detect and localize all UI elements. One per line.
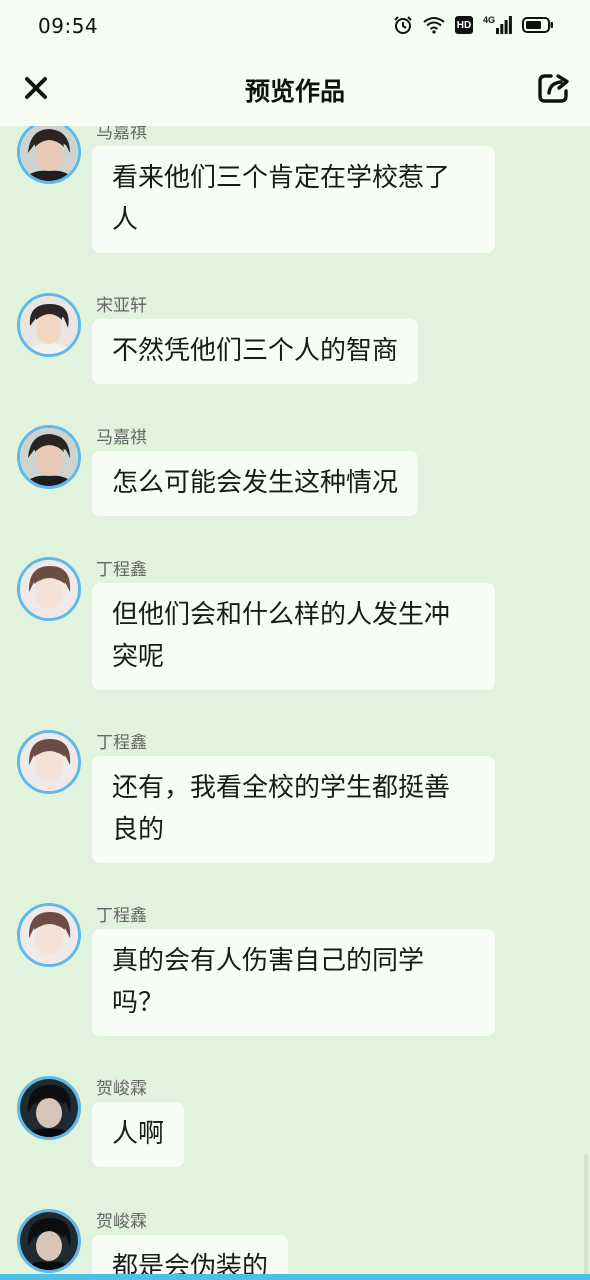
sender-name: 马嘉祺 [96,428,147,448]
sender-name: 宋亚轩 [96,296,147,316]
sender-name: 丁程鑫 [96,733,147,753]
message-bubble[interactable]: 怎么可能会发生这种情况 [92,451,419,516]
sender-name: 丁程鑫 [96,560,147,580]
avatar-song[interactable] [17,293,81,357]
avatar-ding[interactable] [17,903,81,967]
sender-name: 马嘉祺 [96,126,147,143]
avatar-ding[interactable] [17,557,81,621]
wifi-icon [423,16,445,34]
status-icons: HD 4G [393,15,554,35]
message-bubble[interactable]: 真的会有人伤害自己的同学吗？ [92,929,495,1036]
avatar-ma[interactable] [17,425,81,489]
share-icon [538,74,569,103]
chat-message: 马嘉祺 看来他们三个肯定在学校惹了人 [0,126,590,253]
message-bubble[interactable]: 看来他们三个肯定在学校惹了人 [92,146,495,253]
network-type-label: 4G [482,15,495,25]
alarm-icon [393,15,413,35]
status-time: 09:54 [38,14,99,38]
message-bubble[interactable]: 人啊 [92,1102,185,1167]
sender-name: 贺峻霖 [96,1079,147,1099]
top-navigation-bar: 预览作品 [0,52,590,126]
avatar-he[interactable] [17,1209,81,1273]
hd-icon: HD [454,16,473,34]
chat-message-list[interactable]: 马嘉祺 看来他们三个肯定在学校惹了人 宋亚轩 不然凭他们三个人的智商 马嘉祺 怎… [0,126,590,1280]
sender-name: 丁程鑫 [96,906,147,926]
message-bubble[interactable]: 但他们会和什么样的人发生冲突呢 [92,583,495,690]
cellular-signal-icon: 4G [483,16,512,34]
avatar-ma[interactable] [17,126,81,184]
avatar-ding[interactable] [17,730,81,794]
bottom-bar [0,1274,590,1280]
share-button[interactable] [534,68,574,108]
avatar-he[interactable] [17,1076,81,1140]
scrollbar[interactable] [584,1154,588,1280]
status-bar: 09:54 HD 4G [0,0,590,52]
message-bubble[interactable]: 不然凭他们三个人的智商 [92,319,419,384]
page-title: 预览作品 [244,77,345,106]
battery-icon [522,16,554,34]
sender-name: 贺峻霖 [96,1212,147,1232]
message-bubble[interactable]: 还有，我看全校的学生都挺善良的 [92,756,495,863]
